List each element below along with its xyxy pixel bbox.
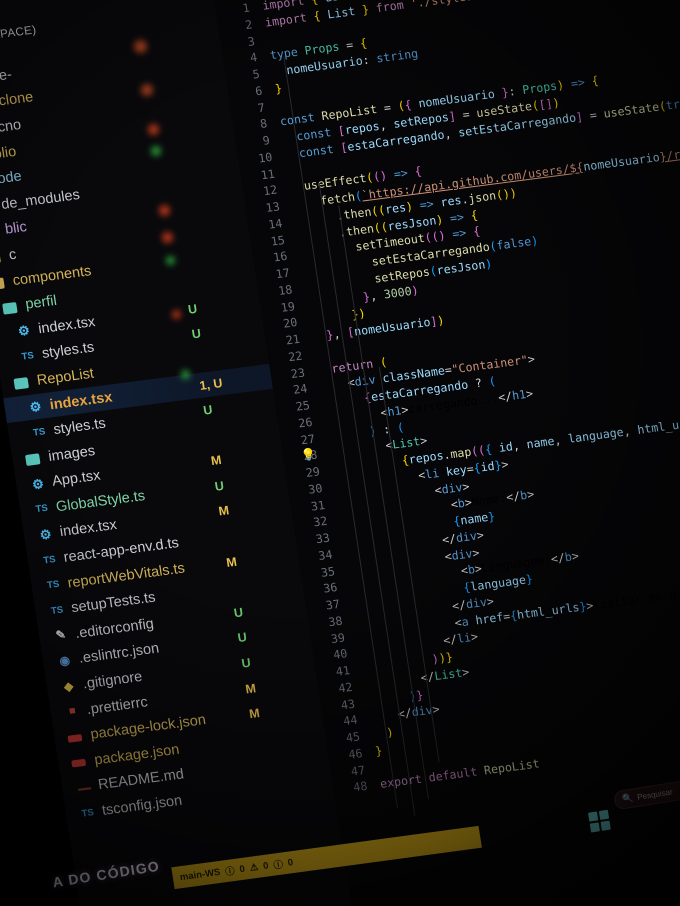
tree-item-label: .gitignore xyxy=(81,668,144,693)
git-status-badge: U xyxy=(240,655,252,671)
bokeh-light xyxy=(151,146,161,156)
warning-count: 0 xyxy=(262,859,270,872)
search-placeholder: Pesquisar xyxy=(636,787,674,802)
vscode-window: WORKSPACE) tore-r_clone ecno olio ode de_mod… xyxy=(0,0,680,906)
react-icon xyxy=(14,322,33,339)
editorconfig-icon xyxy=(51,627,70,644)
react-icon xyxy=(26,398,45,415)
git-status-badge: M xyxy=(210,453,223,469)
error-count: 0 xyxy=(238,863,246,875)
folder-icon xyxy=(0,274,8,291)
typescript-icon: TS xyxy=(42,553,57,567)
git-status-badge: M xyxy=(248,706,261,722)
tree-item-label: .prettierrc xyxy=(85,694,149,718)
warning-icon[interactable]: ⚠ xyxy=(249,861,259,873)
tree-item-label: index.tsx xyxy=(58,517,118,541)
search-input[interactable]: 🔍 Pesquisar xyxy=(612,776,680,811)
npm-icon xyxy=(71,754,90,771)
bokeh-light xyxy=(166,256,175,265)
bokeh-light xyxy=(134,40,147,53)
folder-icon xyxy=(13,374,32,391)
info-icon[interactable]: ⓘ xyxy=(272,856,284,871)
folder-icon xyxy=(2,298,21,315)
git-status-badge: 1, U xyxy=(198,375,224,393)
status-branch[interactable]: main-WS xyxy=(179,866,221,882)
info-count: 0 xyxy=(286,856,294,869)
git-status-badge: M xyxy=(217,503,231,519)
tree-item-label: ecno xyxy=(0,116,23,137)
react-icon xyxy=(28,475,47,492)
git-status-badge: M xyxy=(244,680,257,697)
tree-item-label: RepoList xyxy=(35,365,96,389)
photo-of-vscode-screen: WORKSPACE) tore-r_clone ecno olio ode de_mod… xyxy=(0,0,680,906)
windows-icon[interactable] xyxy=(587,809,611,833)
typescript-icon: TS xyxy=(50,604,64,617)
lightbulb-icon[interactable]: 💡 xyxy=(300,447,317,463)
tree-item-label: index.tsx xyxy=(37,313,97,337)
git-status-badge: U xyxy=(213,478,225,494)
bokeh-light xyxy=(148,124,159,135)
tree-item-label: ode xyxy=(0,168,23,188)
typescript-icon: TS xyxy=(80,806,95,820)
tree-item-label: c xyxy=(7,246,18,264)
git-status-badge: U xyxy=(187,301,199,317)
tree-item-label: perfil xyxy=(24,292,58,313)
typescript-icon: TS xyxy=(34,503,49,516)
tree-item-label: tsconfig.json xyxy=(100,792,184,819)
typescript-icon: TS xyxy=(46,578,61,592)
git-status-badge: U xyxy=(202,402,214,418)
prettier-icon xyxy=(63,703,82,720)
tree-item-label: olio xyxy=(0,143,18,163)
tree-item-label: images xyxy=(47,442,97,465)
tree-item-label: r_clone xyxy=(0,89,35,112)
bokeh-light xyxy=(162,232,173,243)
bokeh-light xyxy=(181,370,190,379)
bokeh-light xyxy=(172,310,181,319)
tree-item-label: App.tsx xyxy=(51,467,102,490)
bokeh-light xyxy=(159,205,170,216)
typescript-icon: TS xyxy=(20,350,35,363)
git-status-badge: M xyxy=(225,554,238,570)
npm-icon xyxy=(67,728,86,745)
bokeh-light xyxy=(141,84,153,96)
markdown-icon xyxy=(74,779,93,796)
git-status-badge: U xyxy=(236,630,248,646)
git-icon xyxy=(59,678,78,695)
search-icon: 🔍 xyxy=(621,792,635,805)
tree-item-label: styles.ts xyxy=(40,339,96,363)
screen-perspective-wrapper: WORKSPACE) tore-r_clone ecno olio ode de_mod… xyxy=(0,0,680,906)
git-status-badge: U xyxy=(190,326,202,342)
eslint-icon xyxy=(55,653,74,670)
tree-item-label: blic xyxy=(3,219,28,239)
tree-item-label: index.tsx xyxy=(48,388,114,413)
react-icon xyxy=(36,526,55,543)
typescript-icon: TS xyxy=(32,425,47,439)
folder-icon xyxy=(25,450,44,467)
git-status-badge: U xyxy=(232,605,245,621)
tree-item-label: tore- xyxy=(0,66,13,87)
tree-item-label: styles.ts xyxy=(52,415,107,439)
folder-icon xyxy=(0,249,4,266)
error-icon[interactable]: ⓘ xyxy=(224,863,236,878)
